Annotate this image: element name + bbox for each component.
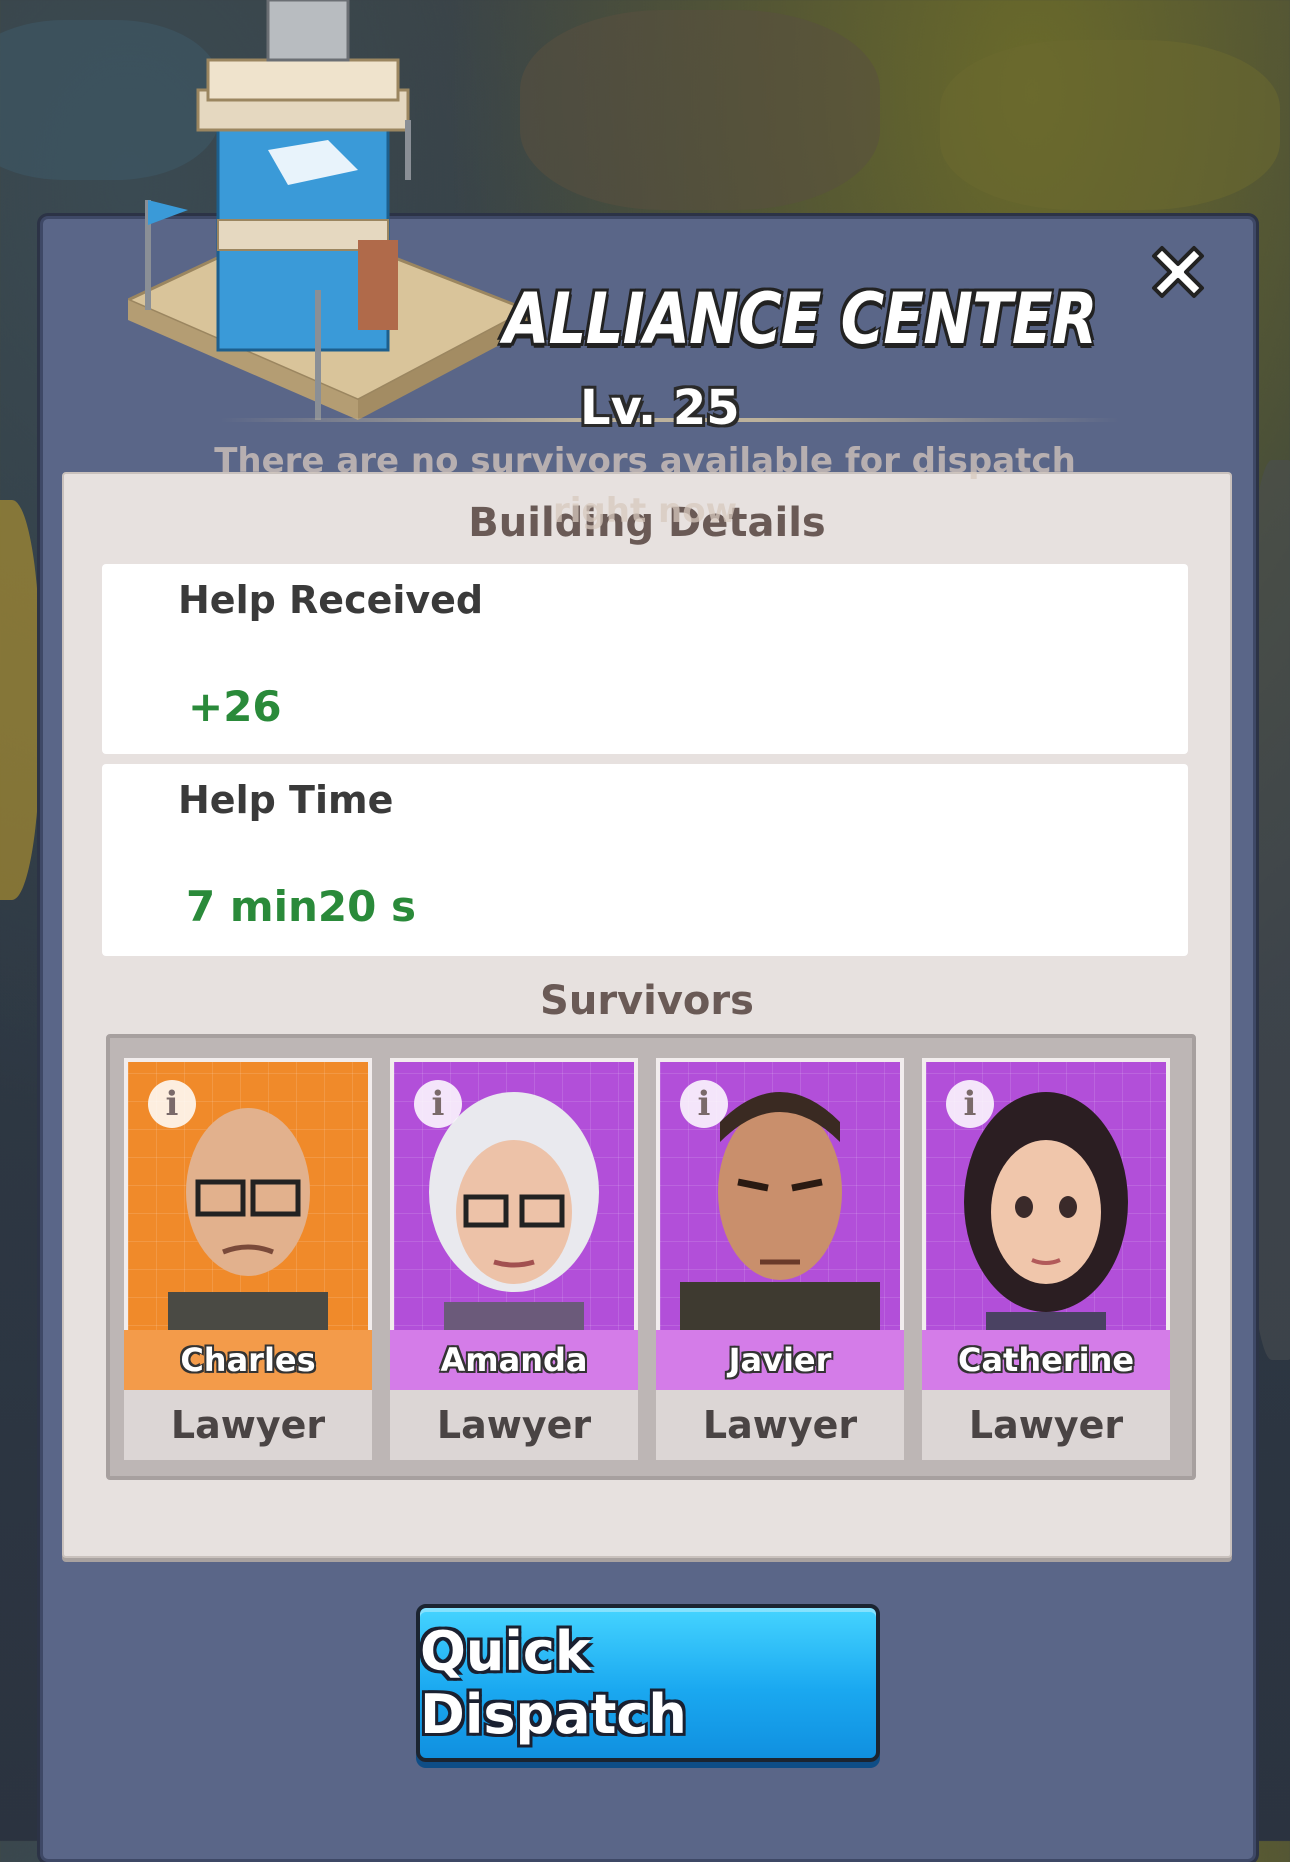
survivor-card-charles[interactable]: i ★ ★ ★ ★ ★ Charles Lawyer — [124, 1058, 372, 1460]
dispatch-notice: There are no survivors available for dis… — [214, 441, 1076, 531]
quick-dispatch-button[interactable]: Quick Dispatch — [416, 1604, 880, 1762]
close-button[interactable] — [1138, 232, 1218, 312]
help-received-value: +26 — [188, 682, 282, 731]
help-time-label: Help Time — [178, 778, 394, 822]
survivor-name: Charles — [124, 1330, 372, 1390]
building-title: ALLIANCE CENTER — [503, 278, 1097, 360]
info-icon[interactable]: i — [680, 1080, 728, 1128]
survivor-role: Lawyer — [656, 1390, 904, 1460]
background-scenery — [520, 10, 880, 210]
alliance-center-building-image — [128, 0, 528, 420]
close-icon — [1152, 246, 1204, 298]
level-row: Lv. 25 — [220, 380, 1120, 440]
survivor-role: Lawyer — [390, 1390, 638, 1460]
building-level: Lv. 25 — [580, 380, 740, 436]
survivor-card-javier[interactable]: i ★ ★ ★ ★ ★ Javier Lawyer — [656, 1058, 904, 1460]
info-icon[interactable]: i — [946, 1080, 994, 1128]
survivor-name: Catherine — [922, 1330, 1170, 1390]
info-icon[interactable]: i — [414, 1080, 462, 1128]
help-time-box: Help Time 7 min20 s — [102, 764, 1188, 956]
survivor-card-amanda[interactable]: i ★ ★ ★ ★ ★ Amanda Lawyer — [390, 1058, 638, 1460]
background-scenery — [0, 500, 40, 900]
details-card: Building Details Help Received +26 Help … — [62, 472, 1232, 1558]
survivor-role: Lawyer — [922, 1390, 1170, 1460]
survivor-name: Amanda — [390, 1330, 638, 1390]
survivors-heading: Survivors — [540, 978, 754, 1024]
background-scenery — [940, 40, 1280, 210]
survivor-grid: i ★ ★ ★ ★ ★ Charles Lawyer — [106, 1034, 1196, 1480]
survivor-card-catherine[interactable]: i ★ ★ ★ ★ ★ Catherine Lawyer — [922, 1058, 1170, 1460]
survivor-name: Javier — [656, 1330, 904, 1390]
help-received-box: Help Received +26 — [102, 564, 1188, 754]
survivor-role: Lawyer — [124, 1390, 372, 1460]
help-received-label: Help Received — [178, 578, 484, 622]
info-icon[interactable]: i — [148, 1080, 196, 1128]
help-time-value: 7 min20 s — [186, 882, 416, 931]
